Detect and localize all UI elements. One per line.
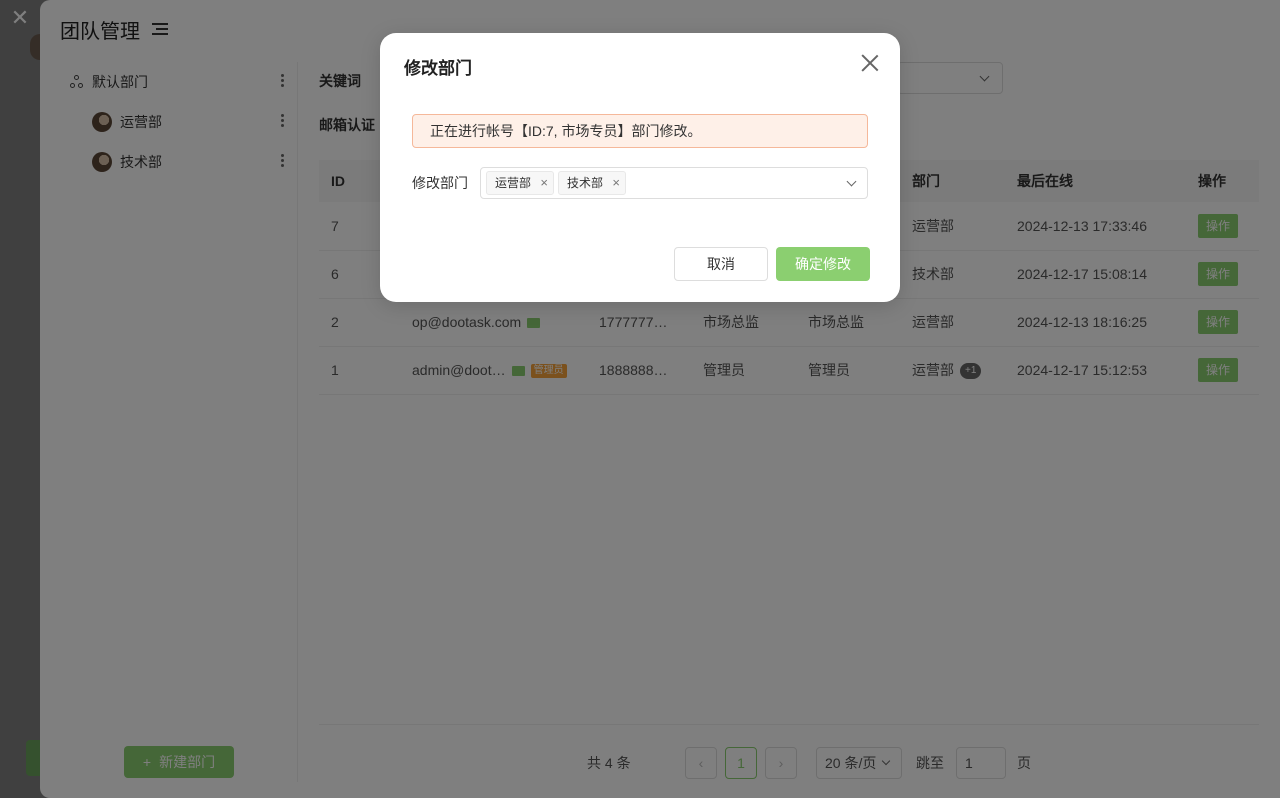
cancel-button[interactable]: 取消 <box>674 247 768 281</box>
selected-tag-tech: 技术部 × <box>558 171 626 195</box>
field-label: 修改部门 <box>412 175 468 191</box>
edit-department-modal: 修改部门 正在进行帐号【ID:7, 市场专员】部门修改。 修改部门 运营部 × … <box>380 33 900 302</box>
remove-tag-icon[interactable]: × <box>540 172 548 194</box>
tag-label: 运营部 <box>495 176 532 190</box>
info-alert: 正在进行帐号【ID:7, 市场专员】部门修改。 <box>412 114 868 148</box>
selected-tag-operations: 运营部 × <box>486 171 554 195</box>
chevron-down-icon <box>846 176 857 187</box>
close-icon[interactable] <box>860 53 880 73</box>
modal-title: 修改部门 <box>404 59 472 78</box>
confirm-button[interactable]: 确定修改 <box>776 247 870 281</box>
tag-label: 技术部 <box>567 176 604 190</box>
department-multiselect[interactable]: 运营部 × 技术部 × <box>480 167 868 199</box>
remove-tag-icon[interactable]: × <box>612 172 620 194</box>
